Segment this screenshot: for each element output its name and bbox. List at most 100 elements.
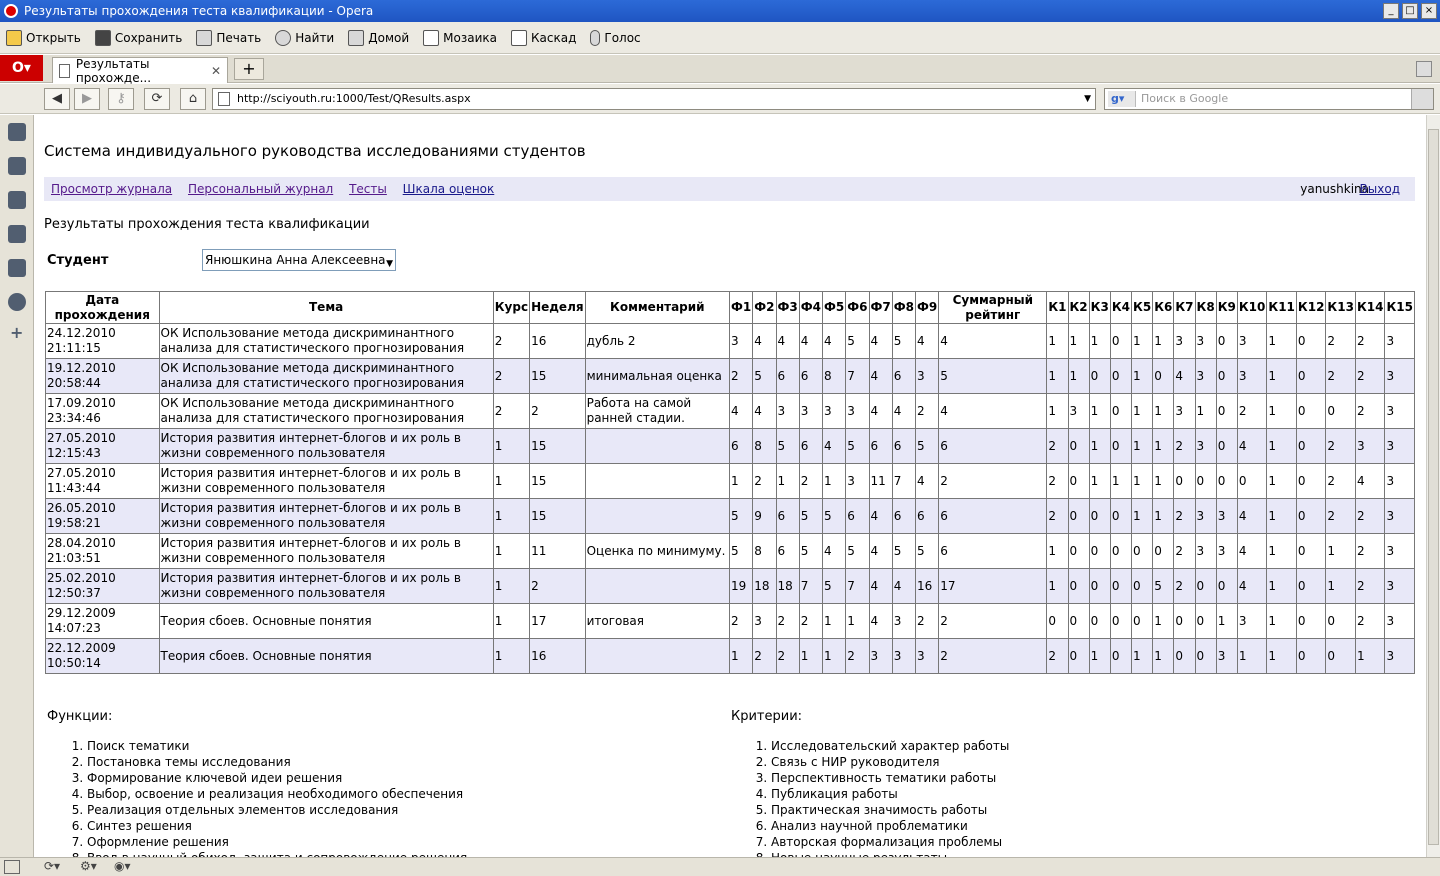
table-cell: 2 [492,393,531,429]
table-cell: 4 [915,463,940,499]
table-cell: 0 [1131,603,1154,639]
tab-results[interactable]: Результаты прохожде... ✕ [52,56,228,85]
unite-status-icon[interactable]: ◉▾ [114,859,131,873]
add-panel-icon[interactable]: + [10,323,23,342]
table-cell: 3 [1215,533,1238,569]
forward-button[interactable]: ▶ [74,88,100,110]
list-item: Оформление решения [87,834,707,850]
close-tab-icon[interactable]: ✕ [211,64,221,78]
new-tab-button[interactable]: + [234,58,264,80]
close-window-button[interactable]: × [1421,3,1437,19]
table-cell: 2 [845,638,870,674]
voice-button[interactable]: Голос [590,29,641,46]
chevron-down-icon[interactable]: ▼ [1084,89,1091,109]
table-cell: 2 [938,638,1048,674]
cascade-button[interactable]: Каскад [511,29,576,46]
tile-button[interactable]: Мозаика [423,29,497,46]
table-cell: ОК Использование метода дискриминантного… [158,358,494,394]
nav-grade-scale[interactable]: Шкала оценок [403,182,495,196]
trash-icon[interactable] [1416,61,1432,77]
table-cell: 2 [1354,393,1386,429]
scrollbar-thumb[interactable] [1428,129,1439,845]
table-cell: 0 [1194,463,1217,499]
history-icon[interactable] [8,293,26,311]
table-cell: 3 [1194,533,1217,569]
search-placeholder: Поиск в Google [1141,92,1229,105]
table-cell: Работа на самой ранней стадии. [584,393,731,429]
table-cell: 4 [1236,428,1268,464]
table-row: 26.05.2010 19:58:21 История развития инте… [45,498,1415,534]
open-button[interactable]: Открыть [6,29,81,46]
nav-journal-view[interactable]: Просмотр журнала [51,182,172,196]
back-button[interactable]: ◀ [44,88,70,110]
side-panel: + [0,115,34,857]
turbo-icon[interactable]: ⚙▾ [80,859,97,873]
table-cell: 4 [1236,498,1268,534]
unite-icon[interactable] [8,191,26,209]
table-cell: 2 [1046,638,1069,674]
table-cell: 4 [938,393,1048,429]
table-cell: 5 [845,323,870,359]
wand-key-button[interactable]: ⚷ [108,88,134,110]
home-nav-button[interactable]: ⌂ [180,88,206,110]
minimize-button[interactable]: _ [1383,3,1399,19]
table-cell: 25.02.2010 12:50:37 [45,568,160,604]
table-cell: 3 [1236,323,1268,359]
table-cell: 2 [729,358,754,394]
table-cell: 18 [775,568,800,604]
table-cell: 4 [1236,533,1268,569]
column-header: Ф4 [798,291,824,324]
opera-menu-button[interactable]: O▾ [0,55,43,81]
list-item: Перспективность тематики работы [771,770,1391,786]
table-cell: 5 [752,358,777,394]
table-cell: 2 [1354,533,1386,569]
table-cell: 27.05.2010 11:43:44 [45,463,160,499]
downloads-icon[interactable] [8,259,26,277]
search-field[interactable]: g▾ Поиск в Google [1104,88,1434,110]
bookmarks-icon[interactable] [8,123,26,141]
table-cell: 2 [529,568,586,604]
maximize-button[interactable]: □ [1402,3,1418,19]
table-cell: 1 [1131,463,1154,499]
google-icon[interactable]: g▾ [1108,91,1136,107]
table-cell [584,638,731,674]
table-cell: 0 [1109,638,1133,674]
print-button[interactable]: Печать [196,29,261,46]
save-button[interactable]: Сохранить [94,29,182,46]
page-content: Система индивидуального руководства иссл… [35,115,1426,857]
find-button[interactable]: Найти [275,29,334,46]
table-cell: 2 [752,638,777,674]
column-header: К1 [1046,291,1069,324]
table-cell: 8 [752,533,777,569]
table-cell: 2 [1325,498,1356,534]
page-icon [218,92,230,106]
table-cell: 1 [798,638,824,674]
table-cell: 5 [845,428,870,464]
widgets-icon[interactable] [8,157,26,175]
nav-personal-journal[interactable]: Персональный журнал [188,182,333,196]
table-cell: 3 [1384,393,1415,429]
nav-tests[interactable]: Тесты [349,182,387,196]
panel-toggle-icon[interactable] [4,860,20,874]
column-header: К3 [1088,291,1111,324]
column-header: Ф2 [752,291,777,324]
table-cell: 5 [1152,568,1175,604]
table-cell: 7 [798,568,824,604]
address-field[interactable]: http://sciyouth.ru:1000/Test/QResults.as… [212,88,1096,110]
notes-icon[interactable] [8,225,26,243]
table-cell: 4 [822,323,847,359]
tab-label: Результаты прохожде... [75,56,152,85]
table-cell: 0 [1109,428,1133,464]
reload-button[interactable]: ⟳ [144,88,170,110]
logout-link[interactable]: Выход [1360,177,1400,201]
vertical-scrollbar[interactable] [1426,115,1440,857]
table-cell: 2 [798,463,824,499]
student-select[interactable]: Янюшкина Анна Алексеевна ▼ [202,249,396,271]
sync-icon[interactable]: ⟳▾ [44,859,60,873]
table-cell: Теория сбоев. Основные понятия [158,603,494,639]
table-cell: 6 [938,428,1048,464]
table-cell: 1 [1266,603,1297,639]
search-icon[interactable] [1411,89,1433,109]
home-button[interactable]: Домой [348,29,409,46]
table-cell: 0 [1295,428,1327,464]
